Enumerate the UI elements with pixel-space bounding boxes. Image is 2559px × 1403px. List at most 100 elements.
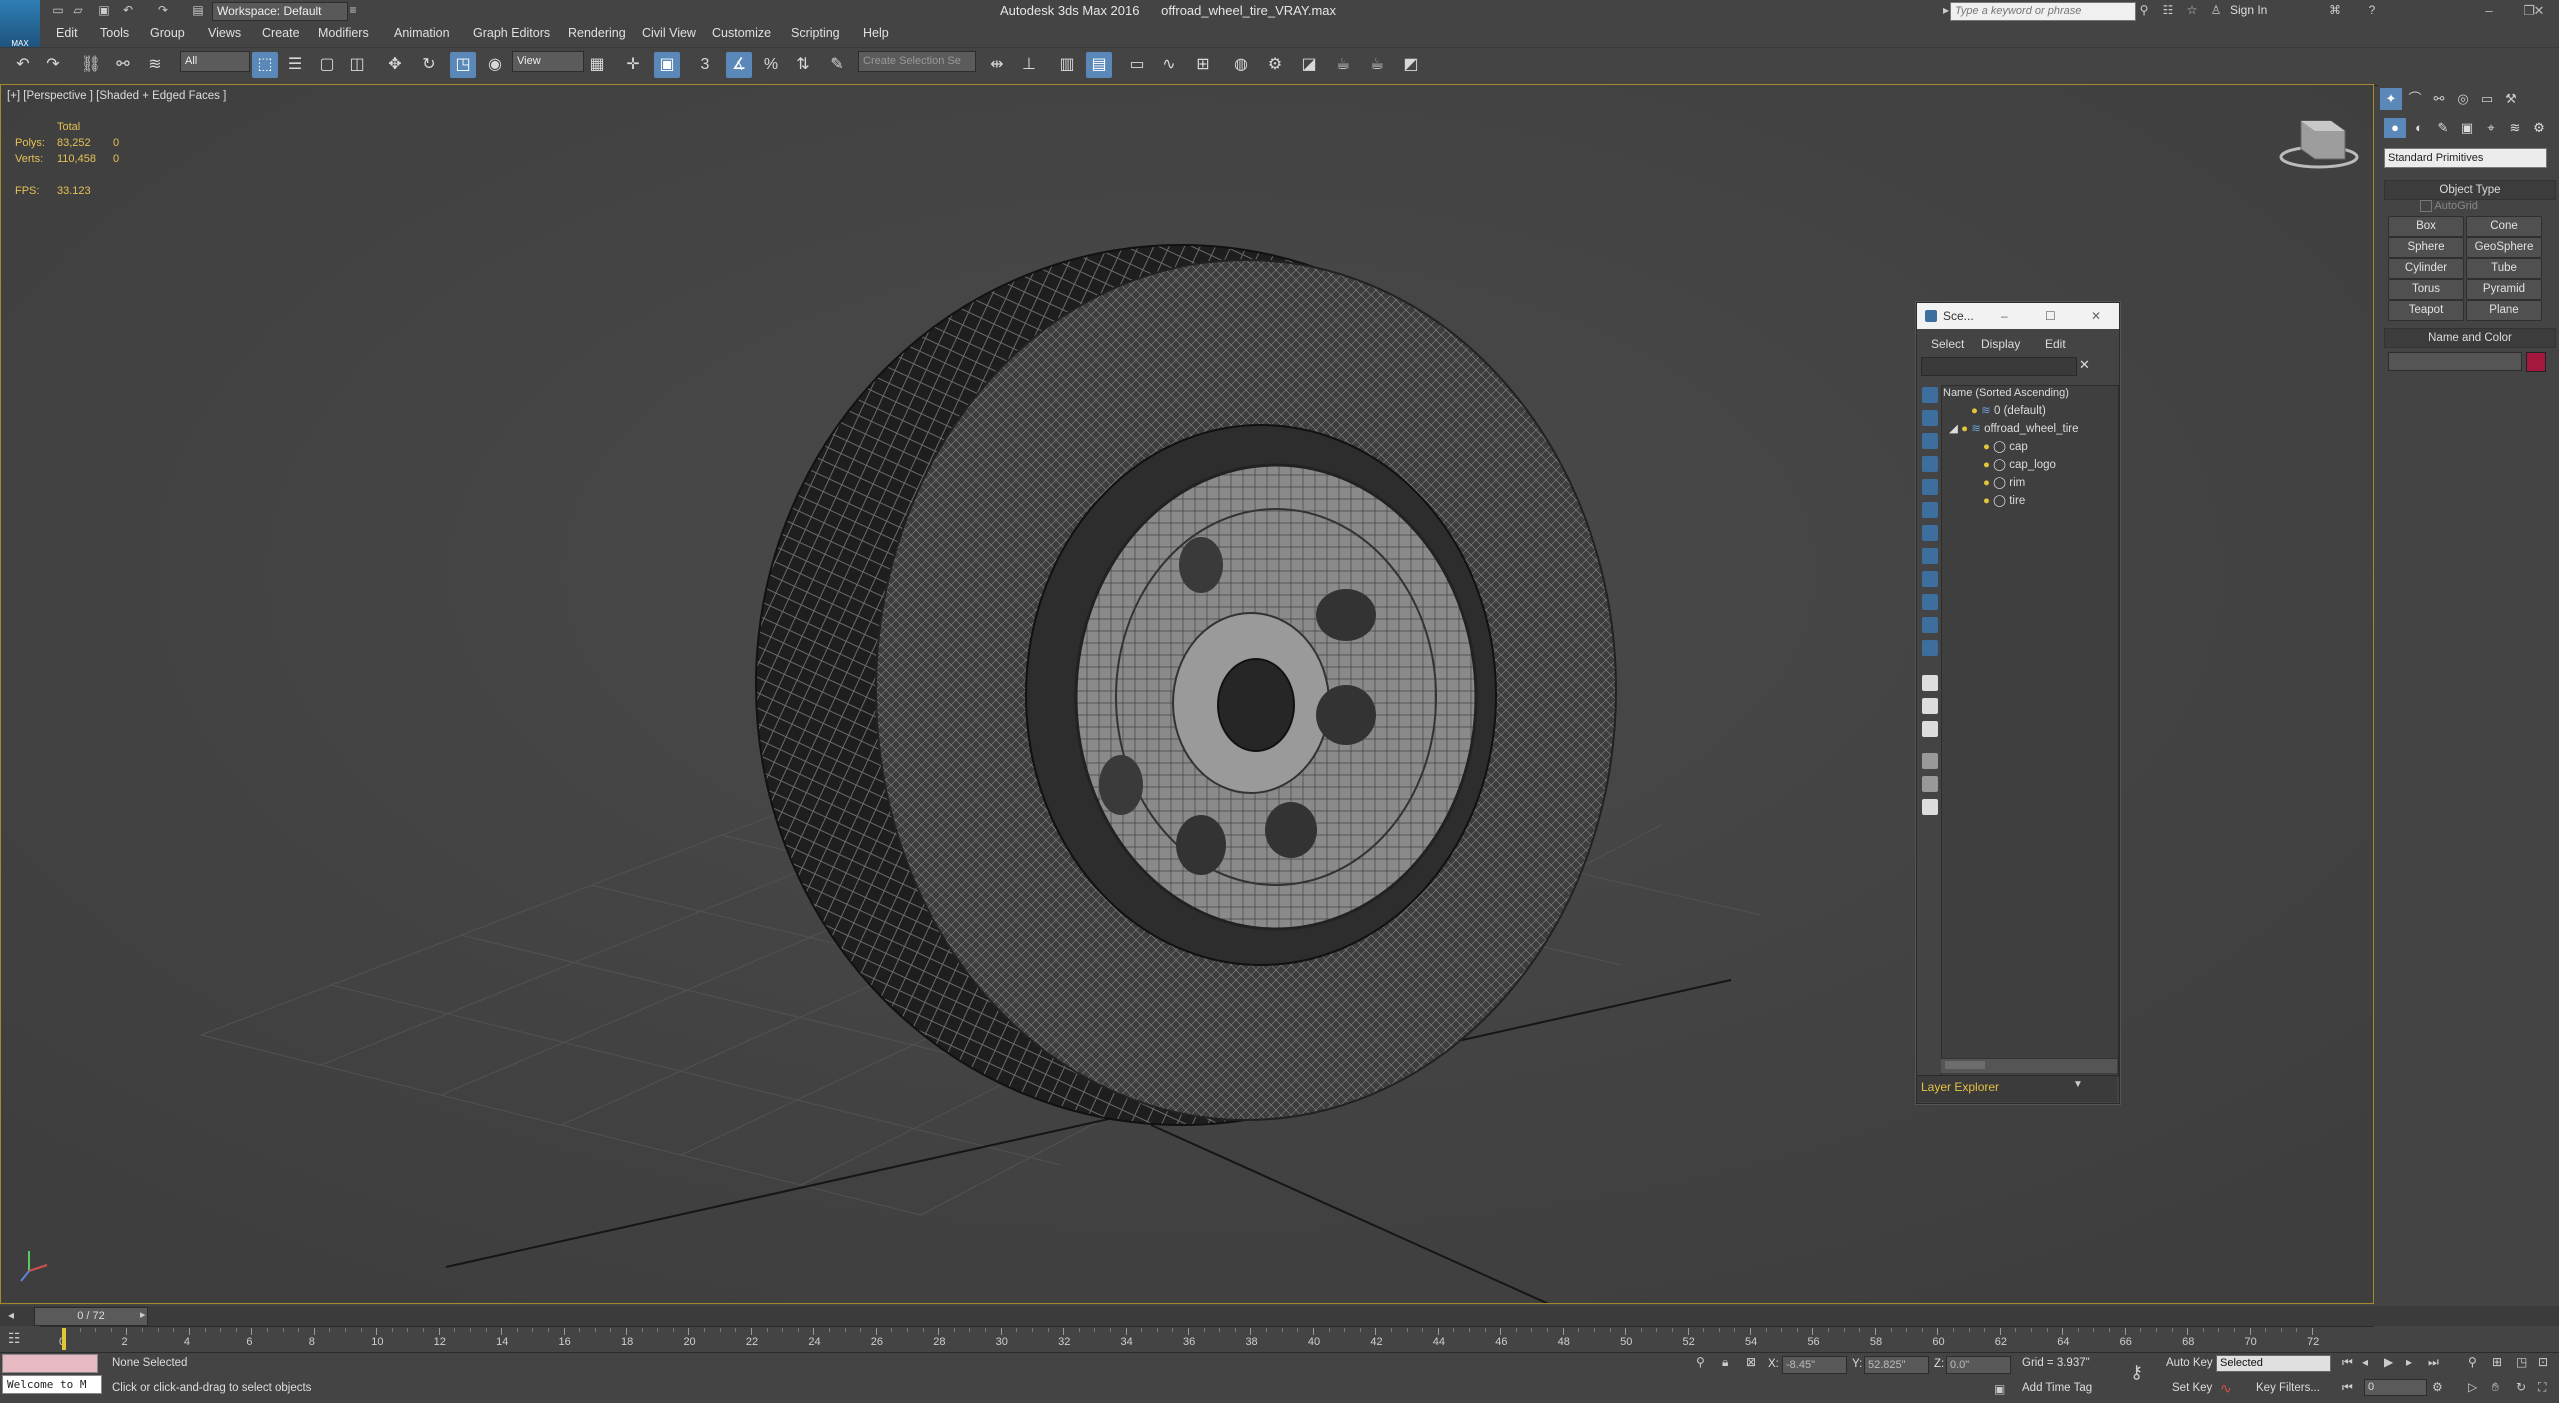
zoom-extents-all-icon[interactable]: ⊡ bbox=[2538, 1355, 2548, 1369]
teapot-button[interactable]: Teapot bbox=[2388, 300, 2464, 321]
select-all-icon[interactable] bbox=[1922, 675, 1938, 691]
search-input[interactable]: Type a keyword or phrase bbox=[1950, 2, 2136, 21]
zoom-all-icon[interactable]: ⊞ bbox=[2492, 1355, 2502, 1369]
scene-explorer-window[interactable]: Sce... – ☐ ✕ Select Display Edit ✕ Name … bbox=[1916, 302, 2120, 1104]
bulb-icon[interactable]: ● bbox=[1983, 495, 1990, 507]
mirror-icon[interactable]: ⇹ bbox=[984, 52, 1010, 78]
key-filters-button[interactable]: Key Filters... bbox=[2256, 1382, 2320, 1394]
open-track-view-icon[interactable]: ☷ bbox=[8, 1330, 21, 1347]
close-window-button[interactable]: ✕ bbox=[2519, 0, 2559, 22]
find-icon[interactable] bbox=[1922, 776, 1938, 792]
time-slider-thumb[interactable]: 0 / 72 bbox=[34, 1307, 148, 1326]
window-crossing-icon[interactable]: ◫ bbox=[344, 52, 370, 78]
menu-tools[interactable]: Tools bbox=[100, 26, 129, 40]
redo-icon[interactable]: ↷ bbox=[155, 3, 171, 18]
selection-filter-dropdown[interactable]: All bbox=[180, 51, 250, 72]
select-by-name-icon[interactable]: ☰ bbox=[282, 52, 308, 78]
minimize-button[interactable]: – bbox=[2469, 0, 2509, 22]
zoom-extents-icon[interactable]: ◳ bbox=[2516, 1355, 2527, 1369]
rendered-frame-window-icon[interactable]: ◪ bbox=[1296, 52, 1322, 78]
quick-access-menu-icon[interactable]: ≡ bbox=[345, 3, 361, 18]
render-iterative-icon[interactable]: ☕ bbox=[1364, 52, 1390, 78]
display-xrefs-icon[interactable] bbox=[1922, 548, 1938, 564]
isolate-selection-icon[interactable]: ⚲ bbox=[1696, 1355, 1705, 1369]
display-frozen-icon[interactable] bbox=[1922, 617, 1938, 633]
y-coordinate-field[interactable]: 52.825" bbox=[1864, 1356, 1929, 1374]
tire-model[interactable] bbox=[755, 244, 1617, 1126]
bulb-icon[interactable]: ● bbox=[1983, 459, 1990, 471]
set-key-button[interactable]: Set Key bbox=[2172, 1382, 2212, 1394]
display-bones-icon[interactable] bbox=[1922, 571, 1938, 587]
zoom-icon[interactable]: ⚲ bbox=[2468, 1355, 2477, 1369]
object-name-input[interactable] bbox=[2388, 352, 2522, 371]
menu-graph-editors[interactable]: Graph Editors bbox=[473, 26, 550, 40]
mini-curve-editor-toggle-icon[interactable]: ◂ bbox=[8, 1308, 28, 1324]
menu-animation[interactable]: Animation bbox=[394, 26, 450, 40]
go-to-end-icon[interactable]: ⏭ bbox=[2428, 1355, 2439, 1370]
toggle-scene-explorer-icon[interactable]: ▥ bbox=[1054, 52, 1080, 78]
menu-modifiers[interactable]: Modifiers bbox=[318, 26, 369, 40]
select-none-icon[interactable] bbox=[1922, 698, 1938, 714]
save-icon[interactable]: ▣ bbox=[96, 3, 112, 18]
undo-button-icon[interactable]: ↶ bbox=[10, 52, 36, 78]
display-space-warps-icon[interactable] bbox=[1922, 502, 1938, 518]
category-dropdown[interactable]: Standard Primitives bbox=[2384, 148, 2547, 168]
se-menu-display[interactable]: Display bbox=[1981, 337, 2020, 351]
se-row-layer-offroad[interactable]: ◢ ● ≋ offroad_wheel_tire bbox=[1941, 421, 2125, 438]
bulb-icon[interactable]: ● bbox=[1983, 441, 1990, 453]
menu-customize[interactable]: Customize bbox=[712, 26, 771, 40]
se-minimize-button[interactable]: – bbox=[2001, 303, 2008, 329]
select-invert-icon[interactable] bbox=[1922, 721, 1938, 737]
spinner-snap-icon[interactable]: ⇅ bbox=[790, 52, 816, 78]
helpers-icon[interactable]: ⌖ bbox=[2480, 118, 2502, 138]
x-coordinate-field[interactable]: -8.45" bbox=[1782, 1356, 1847, 1374]
layer-explorer-dropdown[interactable]: Layer Explorer bbox=[1921, 1078, 2071, 1096]
cameras-icon[interactable]: ▣ bbox=[2456, 118, 2478, 138]
geometry-icon[interactable]: ● bbox=[2384, 118, 2406, 138]
plane-button[interactable]: Plane bbox=[2466, 300, 2542, 321]
bulb-icon[interactable]: ● bbox=[1971, 405, 1978, 417]
menu-views[interactable]: Views bbox=[208, 26, 241, 40]
favorites-star-icon[interactable]: ☆ bbox=[2184, 3, 2200, 18]
sphere-button[interactable]: Sphere bbox=[2388, 237, 2464, 258]
user-icon[interactable]: ♙ bbox=[2208, 3, 2224, 18]
z-coordinate-field[interactable]: 0.0" bbox=[1946, 1356, 2011, 1374]
help-icon[interactable]: ? bbox=[2364, 3, 2380, 18]
key-mode-toggle-icon[interactable]: ⏮ bbox=[2342, 1380, 2353, 1395]
se-menu-select[interactable]: Select bbox=[1931, 337, 1964, 351]
se-scrollbar-thumb[interactable] bbox=[1945, 1061, 1985, 1069]
torus-button[interactable]: Torus bbox=[2388, 279, 2464, 300]
curve-editor-icon[interactable]: ∿ bbox=[1156, 52, 1182, 78]
display-helpers-icon[interactable] bbox=[1922, 479, 1938, 495]
tube-button[interactable]: Tube bbox=[2466, 258, 2542, 279]
schematic-view-icon[interactable]: ⊞ bbox=[1190, 52, 1216, 78]
open-file-icon[interactable]: ▱ bbox=[70, 3, 86, 18]
display-hidden-icon[interactable] bbox=[1922, 640, 1938, 656]
menu-create[interactable]: Create bbox=[262, 26, 300, 40]
unlink-icon[interactable]: ⚯ bbox=[110, 52, 136, 78]
display-containers-icon[interactable] bbox=[1922, 594, 1938, 610]
shapes-icon[interactable]: ◐ bbox=[2408, 118, 2430, 138]
utilities-tab-icon[interactable]: ⚒ bbox=[2500, 88, 2522, 110]
motion-tab-icon[interactable]: ◎ bbox=[2452, 88, 2474, 110]
maxscript-listener-input[interactable] bbox=[2, 1354, 98, 1373]
se-close-button[interactable]: ✕ bbox=[2091, 303, 2101, 329]
systems-icon[interactable]: ⚙ bbox=[2528, 118, 2550, 138]
menu-scripting[interactable]: Scripting bbox=[791, 26, 840, 40]
go-to-start-icon[interactable]: ⏮ bbox=[2342, 1355, 2353, 1370]
se-clear-filter-icon[interactable]: ✕ bbox=[2079, 357, 2090, 373]
select-manipulate-icon[interactable]: ✛ bbox=[620, 52, 646, 78]
time-tag-icon[interactable]: ▣ bbox=[1994, 1382, 2005, 1396]
add-time-tag-button[interactable]: Add Time Tag bbox=[2022, 1382, 2092, 1394]
subscription-icon[interactable]: ☷ bbox=[2160, 3, 2176, 18]
se-filter-input[interactable] bbox=[1921, 357, 2077, 376]
se-column-header[interactable]: Name (Sorted Ascending) bbox=[1943, 387, 2069, 399]
bulb-icon[interactable]: ● bbox=[1961, 423, 1968, 435]
se-row-tire[interactable]: ● ◯ tire bbox=[1941, 493, 2159, 510]
checkbox-box[interactable] bbox=[2420, 200, 2432, 213]
filter-icon[interactable] bbox=[1922, 753, 1938, 769]
display-tab-icon[interactable]: ▭ bbox=[2476, 88, 2498, 110]
scene-explorer-titlebar[interactable]: Sce... – ☐ ✕ bbox=[1917, 303, 2119, 329]
project-folder-icon[interactable]: ▤ bbox=[190, 3, 206, 18]
app-logo[interactable]: MAX bbox=[0, 0, 40, 52]
